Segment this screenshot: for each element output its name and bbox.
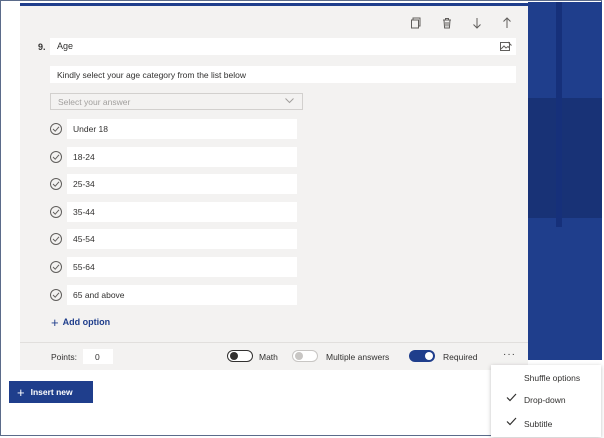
option-row[interactable]: 18-24 xyxy=(50,146,297,167)
question-title-field[interactable]: Age xyxy=(50,38,516,55)
option-check-icon xyxy=(50,288,62,301)
toggle-knob xyxy=(230,352,238,360)
math-label: Math xyxy=(259,352,278,362)
plus-icon: + xyxy=(51,314,59,330)
points-label: Points: xyxy=(51,352,77,362)
option-text-field[interactable]: Under 18 xyxy=(67,119,297,139)
option-text-field[interactable]: 18-24 xyxy=(67,146,297,167)
multiple-answers-label: Multiple answers xyxy=(326,352,390,362)
insert-new-button[interactable]: + Insert new xyxy=(9,381,93,403)
option-check-icon xyxy=(50,233,62,246)
required-toggle[interactable] xyxy=(409,350,435,362)
question-card-accent xyxy=(20,3,528,6)
delete-icon[interactable] xyxy=(441,17,453,29)
menu-item-subtitle[interactable]: Subtitle xyxy=(491,414,601,434)
points-input[interactable]: 0 xyxy=(83,349,113,364)
option-text-field[interactable]: 65 and above xyxy=(67,284,297,305)
option-row[interactable]: 35-44 xyxy=(50,201,297,222)
option-row[interactable]: 45-54 xyxy=(50,229,297,250)
option-check-icon xyxy=(50,178,62,191)
math-toggle[interactable] xyxy=(227,350,253,362)
question-subtitle-field[interactable]: Kindly select your age category from the… xyxy=(50,66,516,83)
add-option-button[interactable]: + Add option xyxy=(51,314,111,330)
option-row[interactable]: 65 and above xyxy=(50,284,297,305)
plus-icon: + xyxy=(17,384,25,400)
menu-item-drop-down[interactable]: Drop-down xyxy=(491,390,601,410)
insert-new-label: Insert new xyxy=(30,387,73,397)
answer-dropdown[interactable]: Select your answer xyxy=(50,93,303,110)
toggle-knob xyxy=(295,352,303,360)
toggle-knob xyxy=(425,352,433,360)
checkmark-icon xyxy=(506,393,517,404)
copy-icon[interactable] xyxy=(410,17,422,29)
move-up-icon[interactable] xyxy=(501,17,513,29)
more-options-menu: Shuffle options Drop-down Subtitle xyxy=(491,365,601,437)
menu-item-label: Drop-down xyxy=(524,395,566,405)
image-insert-icon[interactable] xyxy=(500,41,512,52)
option-row[interactable]: 55-64 xyxy=(50,257,297,277)
menu-item-shuffle-options[interactable]: Shuffle options xyxy=(491,368,601,388)
more-options-button[interactable]: ··· xyxy=(503,349,516,360)
option-check-icon xyxy=(50,205,62,218)
background-stripe xyxy=(556,2,562,227)
add-option-label: Add option xyxy=(62,317,111,327)
required-label: Required xyxy=(443,352,478,362)
option-row[interactable]: 25-34 xyxy=(50,174,297,195)
divider xyxy=(20,342,528,343)
option-text-field[interactable]: 35-44 xyxy=(67,201,297,222)
question-number: 9. xyxy=(38,42,46,52)
option-check-icon xyxy=(50,123,62,135)
answer-dropdown-placeholder: Select your answer xyxy=(58,97,131,107)
option-check-icon xyxy=(50,150,62,163)
option-text-field[interactable]: 45-54 xyxy=(67,229,297,250)
multiple-answers-toggle[interactable] xyxy=(292,350,318,362)
background-panel-shade xyxy=(528,98,602,218)
option-check-icon xyxy=(50,261,62,273)
chevron-down-icon xyxy=(285,97,294,106)
checkmark-icon xyxy=(506,417,517,428)
option-row[interactable]: Under 18 xyxy=(50,119,297,139)
menu-item-label: Subtitle xyxy=(524,419,553,429)
option-text-field[interactable]: 55-64 xyxy=(67,257,297,277)
move-down-icon[interactable] xyxy=(471,17,483,29)
menu-item-label: Shuffle options xyxy=(524,373,581,383)
option-text-field[interactable]: 25-34 xyxy=(67,174,297,195)
